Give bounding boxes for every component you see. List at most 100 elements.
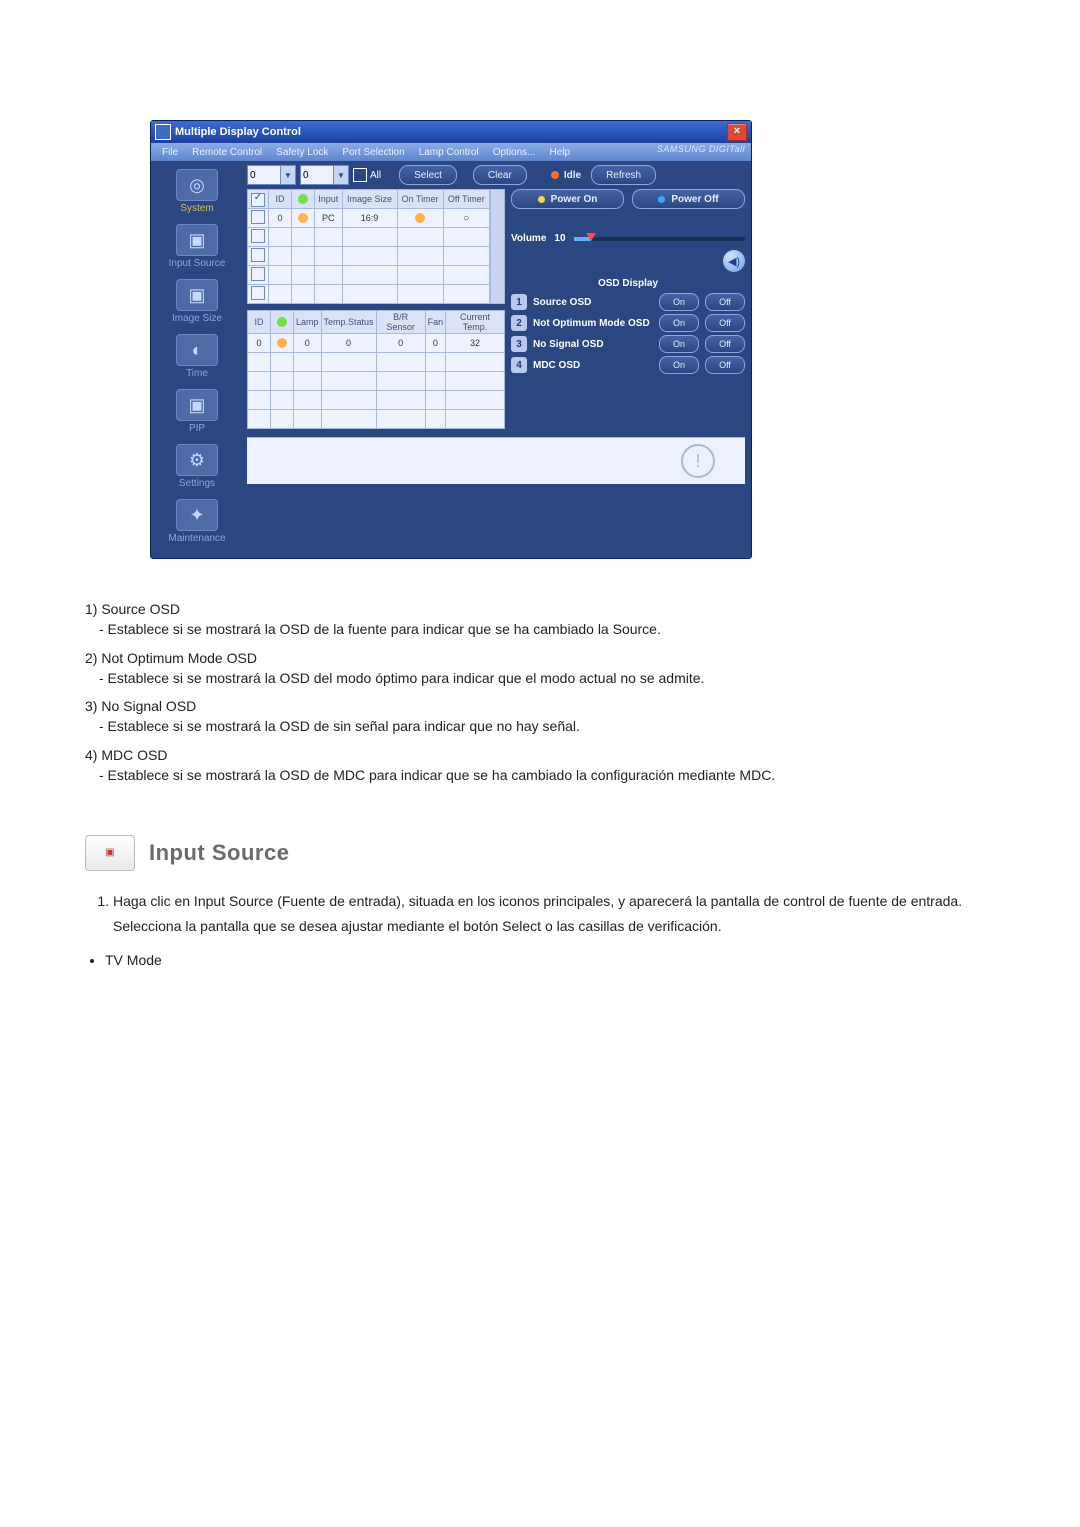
osd-description-list: 1) Source OSD - Establece si se mostrará… bbox=[85, 599, 1000, 785]
item-2-title: 2) Not Optimum Mode OSD bbox=[85, 648, 1000, 668]
menu-lamp-control[interactable]: Lamp Control bbox=[412, 147, 486, 158]
table-row[interactable] bbox=[248, 228, 490, 247]
cell-input: PC bbox=[315, 209, 343, 228]
section-header: ▣ Input Source bbox=[85, 835, 1000, 871]
power-on-button[interactable]: Power On bbox=[511, 189, 624, 209]
menu-help[interactable]: Help bbox=[543, 147, 578, 158]
sidebar-item-image-size[interactable]: ▣ Image Size bbox=[155, 277, 239, 326]
osd-label: MDC OSD bbox=[533, 360, 653, 371]
osd-row-mdc: 4 MDC OSD On Off bbox=[511, 356, 745, 374]
sidebar-item-system[interactable]: ◎ System bbox=[155, 167, 239, 216]
table-row[interactable] bbox=[248, 372, 505, 391]
display-table: ID Input Image Size On Timer Off Timer bbox=[247, 189, 490, 304]
menu-file[interactable]: File bbox=[155, 147, 185, 158]
osd-off-button[interactable]: Off bbox=[705, 335, 745, 353]
col-lamp: Lamp bbox=[294, 311, 322, 334]
table-row[interactable]: 0 PC 16:9 ○ bbox=[248, 209, 490, 228]
power-on-dot-icon bbox=[538, 196, 545, 203]
osd-on-button[interactable]: On bbox=[659, 335, 699, 353]
cell-br-sensor: 0 bbox=[376, 334, 425, 353]
osd-row-not-optimum: 2 Not Optimum Mode OSD On Off bbox=[511, 314, 745, 332]
id1-combo[interactable]: 0 ▼ bbox=[247, 165, 296, 185]
row-checkbox[interactable] bbox=[251, 267, 265, 281]
table-row[interactable] bbox=[248, 285, 490, 304]
sidebar-item-pip[interactable]: ▣ PIP bbox=[155, 387, 239, 436]
osd-off-button[interactable]: Off bbox=[705, 356, 745, 374]
osd-off-button[interactable]: Off bbox=[705, 314, 745, 332]
header-checkbox[interactable] bbox=[251, 193, 265, 207]
chevron-down-icon[interactable]: ▼ bbox=[280, 166, 295, 184]
osd-label: Source OSD bbox=[533, 297, 653, 308]
row-checkbox[interactable] bbox=[251, 286, 265, 300]
power-off-button[interactable]: Power Off bbox=[632, 189, 745, 209]
table-row[interactable] bbox=[248, 353, 505, 372]
row-checkbox[interactable] bbox=[251, 229, 265, 243]
row-checkbox[interactable] bbox=[251, 210, 265, 224]
col-on-timer: On Timer bbox=[397, 190, 443, 209]
power-on-label: Power On bbox=[551, 194, 598, 205]
cell-fan: 0 bbox=[425, 334, 446, 353]
sidebar: ◎ System ▣ Input Source ▣ Image Size ◐ T… bbox=[151, 161, 243, 558]
select-button[interactable]: Select bbox=[399, 165, 457, 185]
col-id: ID bbox=[269, 190, 292, 209]
instructions-list: Haga clic en Input Source (Fuente de ent… bbox=[85, 891, 1000, 936]
status-icon bbox=[277, 338, 287, 348]
menu-port-selection[interactable]: Port Selection bbox=[335, 147, 411, 158]
section-title: Input Source bbox=[149, 837, 289, 869]
row-checkbox[interactable] bbox=[251, 248, 265, 262]
col-id: ID bbox=[248, 311, 271, 334]
volume-slider[interactable] bbox=[574, 237, 745, 241]
close-button[interactable]: × bbox=[727, 123, 747, 141]
col-input: Input bbox=[315, 190, 343, 209]
col-status bbox=[271, 311, 294, 334]
refresh-button[interactable]: Refresh bbox=[591, 165, 656, 185]
sidebar-item-settings[interactable]: ⚙ Settings bbox=[155, 442, 239, 491]
sidebar-item-maintenance[interactable]: ✦ Maintenance bbox=[155, 497, 239, 546]
table-row[interactable] bbox=[248, 391, 505, 410]
badge-2: 2 bbox=[511, 315, 527, 331]
osd-on-button[interactable]: On bbox=[659, 356, 699, 374]
speaker-icon-button[interactable]: ◀) bbox=[723, 250, 745, 272]
titlebar: Multiple Display Control × bbox=[151, 121, 751, 143]
badge-3: 3 bbox=[511, 336, 527, 352]
toolbar: 0 ▼ 0 ▼ All Select bbox=[247, 165, 745, 185]
id2-combo[interactable]: 0 ▼ bbox=[300, 165, 349, 185]
col-fan: Fan bbox=[425, 311, 446, 334]
status-icon bbox=[298, 213, 308, 223]
osd-row-no-signal: 3 No Signal OSD On Off bbox=[511, 335, 745, 353]
clear-button[interactable]: Clear bbox=[473, 165, 527, 185]
col-status bbox=[292, 190, 315, 209]
table-row[interactable]: 0 0 0 0 0 32 bbox=[248, 334, 505, 353]
status-table: ID Lamp Temp.Status B/R Sensor Fan Curre… bbox=[247, 310, 505, 429]
all-checkbox-group[interactable]: All bbox=[353, 168, 381, 182]
osd-on-button[interactable]: On bbox=[659, 293, 699, 311]
idle-status: Idle bbox=[545, 170, 587, 181]
table-row[interactable] bbox=[248, 247, 490, 266]
table-row[interactable] bbox=[248, 410, 505, 429]
app-icon bbox=[155, 124, 171, 140]
item-4-title: 4) MDC OSD bbox=[85, 745, 1000, 765]
status-icon bbox=[277, 317, 287, 327]
scrollbar[interactable] bbox=[490, 189, 505, 304]
right-panel: Power On Power Off Volume 10 bbox=[511, 189, 745, 429]
slider-thumb-icon[interactable] bbox=[586, 233, 596, 241]
cell-lamp: 0 bbox=[294, 334, 322, 353]
sidebar-item-time[interactable]: ◐ Time bbox=[155, 332, 239, 381]
id1-value: 0 bbox=[248, 170, 280, 181]
menu-remote-control[interactable]: Remote Control bbox=[185, 147, 269, 158]
pip-icon: ▣ bbox=[176, 389, 218, 421]
sidebar-label: Maintenance bbox=[155, 533, 239, 544]
cell-temp-status: 0 bbox=[321, 334, 376, 353]
all-label: All bbox=[370, 170, 381, 181]
menubar: File Remote Control Safety Lock Port Sel… bbox=[151, 143, 751, 161]
all-checkbox[interactable] bbox=[353, 168, 367, 182]
osd-on-button[interactable]: On bbox=[659, 314, 699, 332]
cell-id: 0 bbox=[248, 334, 271, 353]
menu-safety-lock[interactable]: Safety Lock bbox=[269, 147, 335, 158]
chevron-down-icon[interactable]: ▼ bbox=[333, 166, 348, 184]
table-row[interactable] bbox=[248, 266, 490, 285]
menu-options[interactable]: Options... bbox=[486, 147, 543, 158]
sidebar-item-input-source[interactable]: ▣ Input Source bbox=[155, 222, 239, 271]
idle-dot-icon bbox=[551, 171, 559, 179]
osd-off-button[interactable]: Off bbox=[705, 293, 745, 311]
